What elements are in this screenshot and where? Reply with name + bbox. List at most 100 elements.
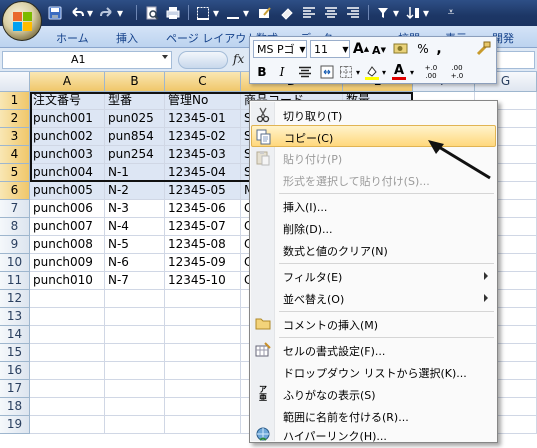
menu-item-pick-from-dropdown[interactable]: ドロップダウン リストから選択(K)... (251, 361, 496, 383)
redo-dropdown-icon[interactable]: ▾ (116, 4, 124, 21)
cell[interactable] (30, 380, 105, 398)
menu-item-filter[interactable]: フィルタ(E) (251, 265, 496, 287)
cell[interactable]: 12345-10 (165, 272, 241, 290)
grow-font-button[interactable]: A ▲ (353, 40, 369, 58)
align-left-icon[interactable] (300, 4, 318, 21)
column-header-a[interactable]: A (30, 72, 105, 92)
cell[interactable]: 12345-07 (165, 218, 241, 236)
cell[interactable]: 12345-08 (165, 236, 241, 254)
quick-print-icon[interactable] (164, 4, 182, 21)
cell[interactable] (165, 362, 241, 380)
cell[interactable]: N-5 (105, 236, 165, 254)
print-preview-icon[interactable] (143, 4, 161, 21)
fill-color-icon[interactable] (363, 63, 381, 81)
cell[interactable]: N-6 (105, 254, 165, 272)
cell[interactable]: punch003 (30, 146, 105, 164)
cell[interactable]: 12345-09 (165, 254, 241, 272)
cell[interactable]: 管理No (165, 92, 241, 110)
row-header[interactable]: 13 (0, 308, 30, 326)
cell[interactable]: punch001 (30, 110, 105, 128)
cell[interactable]: 型番 (105, 92, 165, 110)
eraser-icon[interactable] (278, 4, 296, 21)
cell[interactable]: pun254 (105, 146, 165, 164)
cell[interactable] (105, 344, 165, 362)
accounting-format-icon[interactable] (391, 40, 413, 58)
comma-style-button[interactable]: , (433, 40, 445, 58)
column-header-c[interactable]: C (165, 72, 241, 92)
cell[interactable]: punch007 (30, 218, 105, 236)
cell[interactable] (165, 380, 241, 398)
cell[interactable]: N-7 (105, 272, 165, 290)
tab-insert[interactable]: 挿入 (116, 30, 138, 46)
cell[interactable] (30, 416, 105, 434)
cell[interactable]: 12345-02 (165, 128, 241, 146)
shrink-font-button[interactable]: A ▼ (371, 42, 387, 58)
cell[interactable]: punch006 (30, 200, 105, 218)
cell[interactable]: N-2 (105, 182, 165, 200)
cell[interactable]: punch010 (30, 272, 105, 290)
filter-dropdown-icon[interactable]: ▾ (392, 4, 400, 21)
cell[interactable]: N-4 (105, 218, 165, 236)
font-name-dropdown-icon[interactable]: ▼ (298, 41, 307, 57)
row-header[interactable]: 8 (0, 218, 30, 236)
cell[interactable] (30, 308, 105, 326)
cell[interactable]: punch005 (30, 182, 105, 200)
cell[interactable]: pun854 (105, 128, 165, 146)
cell[interactable] (30, 362, 105, 380)
percent-style-button[interactable]: % (416, 40, 430, 58)
borders-dropdown-icon[interactable]: ▾ (354, 63, 362, 81)
row-header[interactable]: 1 (0, 92, 30, 110)
cell[interactable]: 12345-05 (165, 182, 241, 200)
cell[interactable]: punch002 (30, 128, 105, 146)
cell[interactable] (105, 308, 165, 326)
cell[interactable] (30, 326, 105, 344)
cell[interactable]: punch009 (30, 254, 105, 272)
cell[interactable]: 12345-01 (165, 110, 241, 128)
menu-item-show-furigana[interactable]: ア亜 ふりがなの表示(S) (251, 383, 496, 405)
undo-icon[interactable] (68, 4, 86, 21)
menu-item-hyperlink[interactable]: ハイパーリンク(H)... (251, 427, 496, 443)
row-header[interactable]: 11 (0, 272, 30, 290)
formula-bar-splitter[interactable] (178, 51, 228, 69)
filter-icon[interactable] (374, 4, 392, 21)
format-painter-icon[interactable] (256, 4, 274, 21)
row-header[interactable]: 2 (0, 110, 30, 128)
cell[interactable] (105, 326, 165, 344)
insert-function-icon[interactable]: fx (233, 52, 244, 66)
cell[interactable] (165, 326, 241, 344)
increase-decimal-button[interactable]: +.0 .00 (420, 63, 442, 81)
cell[interactable] (105, 380, 165, 398)
cell[interactable]: N-1 (105, 164, 165, 182)
cell[interactable]: N-3 (105, 200, 165, 218)
cell[interactable]: punch004 (30, 164, 105, 182)
font-color-dropdown-icon[interactable]: ▾ (408, 63, 416, 81)
font-size-dropdown-icon[interactable]: ▼ (341, 41, 350, 57)
borders-icon[interactable] (337, 63, 355, 81)
decrease-decimal-button[interactable]: .00 +.0 (446, 63, 468, 81)
menu-item-insert[interactable]: 挿入(I)... (251, 195, 496, 217)
menu-item-format-cells[interactable]: セルの書式設定(F)... (251, 339, 496, 361)
cell[interactable]: 注文番号 (30, 92, 105, 110)
row-header[interactable]: 14 (0, 326, 30, 344)
customize-icon[interactable]: ⩡ (444, 4, 458, 21)
underline-dropdown-icon[interactable]: ▾ (242, 4, 250, 21)
merge-center-icon[interactable] (318, 63, 336, 81)
bold-button[interactable]: B (254, 63, 270, 81)
fill-color-dropdown-icon[interactable]: ▾ (380, 63, 388, 81)
cell[interactable] (105, 398, 165, 416)
cell[interactable]: 12345-03 (165, 146, 241, 164)
row-header[interactable]: 6 (0, 182, 30, 200)
undo-dropdown-icon[interactable]: ▾ (86, 4, 94, 21)
center-align-icon[interactable] (296, 63, 314, 81)
tab-page-layout[interactable]: ページ レイアウト (166, 30, 257, 46)
menu-item-cut[interactable]: 切り取り(T) (251, 104, 496, 126)
row-header[interactable]: 17 (0, 380, 30, 398)
row-header[interactable]: 3 (0, 128, 30, 146)
align-center-icon[interactable] (322, 4, 340, 21)
cell[interactable]: pun025 (105, 110, 165, 128)
tab-home[interactable]: ホーム (56, 30, 89, 46)
cell[interactable] (165, 344, 241, 362)
cell[interactable]: 12345-04 (165, 164, 241, 182)
row-header[interactable]: 4 (0, 146, 30, 164)
name-box[interactable]: A1 (2, 51, 172, 69)
